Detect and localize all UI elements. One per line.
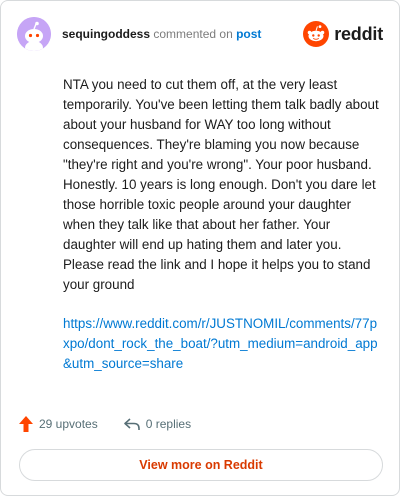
post-link[interactable]: post [236,27,261,41]
avatar[interactable] [17,17,51,51]
comment-meta: sequingoddess commented on post [62,26,261,42]
reddit-wordmark: reddit [334,23,383,44]
comment-url-link[interactable]: https://www.reddit.com/r/JUSTNOMIL/comme… [63,314,383,374]
reddit-logo-icon [303,21,330,47]
reddit-comment-embed: sequingoddess commented on post reddit N… [0,0,400,496]
comment-header: sequingoddess commented on post reddit [17,17,383,51]
replies-count: 0 replies [145,417,192,431]
username-link[interactable]: sequingoddess [62,27,150,41]
upvote-arrow-icon [19,416,33,432]
snoo-avatar-icon [17,17,51,51]
upvotes-action[interactable]: 29 upvotes [19,416,98,432]
commented-on-text: commented on [153,27,233,41]
comment-paragraph: NTA you need to cut them off, at the ver… [63,77,379,292]
reddit-logo[interactable]: reddit [303,21,383,47]
view-more-button[interactable]: View more on Reddit [19,449,383,481]
comment-body: NTA you need to cut them off, at the ver… [63,75,383,315]
upvotes-count: 29 upvotes [39,417,98,431]
replies-action[interactable]: 0 replies [123,417,192,431]
comment-actions: 29 upvotes 0 replies [19,414,191,434]
reply-arrow-icon [123,418,140,430]
